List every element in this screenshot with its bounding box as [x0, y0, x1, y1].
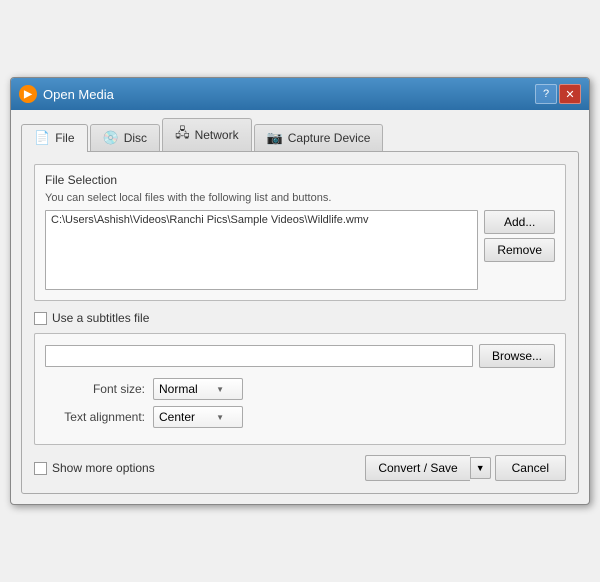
dialog-content: 📄 File 💿 Disc 🖧 Network 📷 Capture Device…	[11, 110, 589, 504]
file-tab-icon: 📄	[34, 130, 50, 146]
subtitle-checkbox-text: Use a subtitles file	[52, 311, 149, 325]
font-size-label: Font size:	[55, 382, 145, 396]
tab-network[interactable]: 🖧 Network	[162, 118, 252, 151]
network-tab-icon: 🖧	[175, 124, 190, 146]
font-size-select[interactable]: Normal ▼	[153, 378, 243, 400]
title-buttons: ? ✕	[535, 84, 581, 104]
dialog-title: Open Media	[43, 87, 114, 102]
file-buttons: Add... Remove	[484, 210, 555, 262]
bottom-buttons: Convert / Save ▼ Cancel	[365, 455, 566, 481]
title-bar: ▶ Open Media ? ✕	[11, 78, 589, 110]
cancel-button[interactable]: Cancel	[495, 455, 566, 481]
file-path: C:\Users\Ashish\Videos\Ranchi Pics\Sampl…	[51, 214, 369, 226]
font-size-value: Normal	[159, 382, 198, 396]
text-align-value: Center	[159, 410, 195, 424]
file-input-row: C:\Users\Ashish\Videos\Ranchi Pics\Sampl…	[45, 210, 555, 290]
subtitle-inner: Browse... Font size: Normal ▼ Text align…	[34, 333, 566, 445]
text-align-arrow-icon: ▼	[216, 413, 224, 422]
main-panel: File Selection You can select local file…	[21, 151, 579, 494]
capture-tab-icon: 📷	[267, 130, 283, 146]
file-list[interactable]: C:\Users\Ashish\Videos\Ranchi Pics\Sampl…	[45, 210, 478, 290]
file-selection-desc: You can select local files with the foll…	[45, 192, 555, 204]
title-bar-left: ▶ Open Media	[19, 85, 114, 103]
tab-capture-label: Capture Device	[288, 131, 371, 145]
add-button[interactable]: Add...	[484, 210, 555, 234]
show-more-text: Show more options	[52, 461, 155, 475]
tab-disc-label: Disc	[124, 131, 147, 145]
file-selection-section: File Selection You can select local file…	[34, 164, 566, 301]
text-align-row: Text alignment: Center ▼	[45, 406, 555, 428]
tab-network-label: Network	[195, 128, 239, 142]
text-align-label: Text alignment:	[55, 410, 145, 424]
subtitle-path-input[interactable]	[45, 345, 473, 367]
convert-save-button: Convert / Save ▼	[365, 455, 490, 481]
bottom-row: Show more options Convert / Save ▼ Cance…	[34, 455, 566, 481]
vlc-icon: ▶	[19, 85, 37, 103]
tab-capture[interactable]: 📷 Capture Device	[254, 124, 384, 151]
subtitle-section: Use a subtitles file Browse... Font size…	[34, 311, 566, 445]
tab-file[interactable]: 📄 File	[21, 124, 88, 152]
help-button[interactable]: ?	[535, 84, 557, 104]
close-button[interactable]: ✕	[559, 84, 581, 104]
subtitle-checkbox[interactable]	[34, 312, 47, 325]
tabs: 📄 File 💿 Disc 🖧 Network 📷 Capture Device	[21, 118, 579, 151]
text-align-select[interactable]: Center ▼	[153, 406, 243, 428]
open-media-dialog: ▶ Open Media ? ✕ 📄 File 💿 Disc 🖧 Network…	[10, 77, 590, 505]
show-more-label[interactable]: Show more options	[34, 461, 155, 475]
convert-save-dropdown[interactable]: ▼	[470, 457, 491, 479]
subtitle-checkbox-label[interactable]: Use a subtitles file	[34, 311, 149, 325]
convert-save-main[interactable]: Convert / Save	[365, 455, 469, 481]
tab-file-label: File	[55, 131, 74, 145]
font-size-arrow-icon: ▼	[216, 385, 224, 394]
remove-button[interactable]: Remove	[484, 238, 555, 262]
disc-tab-icon: 💿	[103, 130, 119, 146]
subtitle-browse-row: Browse...	[45, 344, 555, 368]
tab-disc[interactable]: 💿 Disc	[90, 124, 161, 151]
show-more-checkbox[interactable]	[34, 462, 47, 475]
file-selection-title: File Selection	[45, 173, 555, 187]
subtitle-header: Use a subtitles file	[34, 311, 566, 325]
browse-button[interactable]: Browse...	[479, 344, 555, 368]
font-size-row: Font size: Normal ▼	[45, 378, 555, 400]
